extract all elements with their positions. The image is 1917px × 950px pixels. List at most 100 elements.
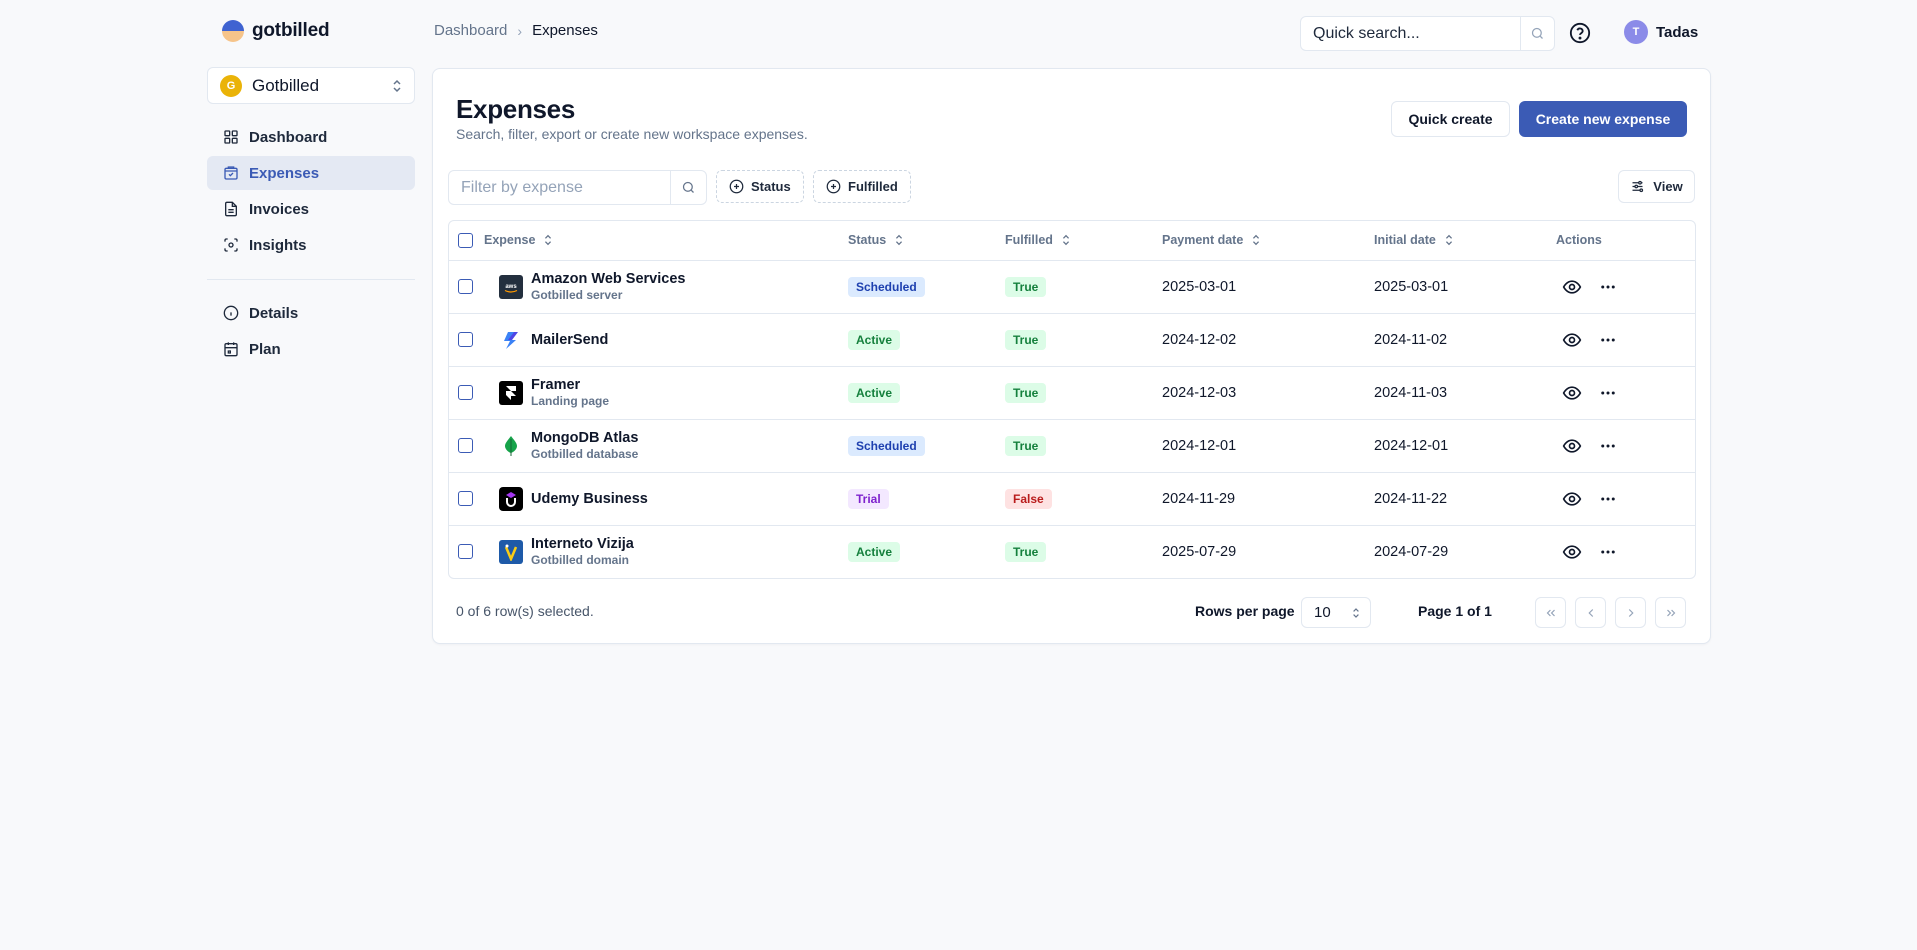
last-page-button[interactable] [1655, 597, 1686, 628]
workspace-badge: G [220, 74, 242, 97]
first-page-button[interactable] [1535, 597, 1566, 628]
sidebar-item-label: Details [249, 304, 299, 322]
chevrons-right-icon [1666, 609, 1675, 616]
view-icon[interactable] [1561, 541, 1583, 563]
table-row[interactable]: Udemy Business Trial False 2024-11-29 20… [449, 472, 1695, 526]
expense-name[interactable]: Udemy Business [531, 490, 648, 508]
page-subtitle: Search, filter, export or create new wor… [456, 126, 808, 142]
chevron-right-icon [1628, 608, 1634, 617]
column-header-initial-date[interactable]: Initial date [1374, 221, 1556, 261]
table-row[interactable]: aws Amazon Web Services Gotbilled server … [449, 260, 1695, 314]
row-checkbox[interactable] [458, 491, 473, 507]
expenses-table: Expense Status Fulfilled Payment date In… [448, 220, 1696, 579]
more-options-icon[interactable] [1597, 435, 1619, 457]
more-options-icon[interactable] [1597, 276, 1619, 298]
expense-description: Gotbilled database [531, 447, 639, 461]
sidebar-item-details[interactable]: Details [207, 296, 415, 330]
more-options-icon[interactable] [1597, 488, 1619, 510]
search-icon [682, 181, 694, 193]
expense-name[interactable]: Interneto Vizija [531, 535, 634, 553]
expense-name[interactable]: MailerSend [531, 331, 608, 349]
search-icon [1531, 27, 1543, 39]
sidebar-item-dashboard[interactable]: Dashboard [207, 120, 415, 154]
document-icon [225, 201, 237, 217]
chevron-up-down-icon [1353, 607, 1359, 618]
app-logo[interactable]: gotbilled [222, 20, 330, 42]
sidebar-item-plan[interactable]: Plan [207, 332, 415, 366]
select-all-checkbox[interactable] [458, 232, 473, 248]
filter-search-button[interactable] [670, 171, 706, 204]
expense-filter [448, 170, 707, 205]
column-label: Fulfilled [1005, 233, 1053, 248]
table-row[interactable]: MailerSend Active True 2024-12-02 2024-1… [449, 313, 1695, 367]
plus-circle-icon [729, 179, 744, 194]
rows-per-page-select[interactable]: 10 [1301, 597, 1371, 628]
fulfilled-filter-button[interactable]: Fulfilled [813, 170, 911, 203]
sliders-icon [1632, 180, 1644, 193]
sidebar-item-expenses[interactable]: Expenses [207, 156, 415, 190]
payment-date: 2025-07-29 [1162, 543, 1237, 560]
sort-icon [896, 235, 903, 246]
row-checkbox[interactable] [458, 279, 473, 295]
interneto-vizija-logo-icon [499, 539, 523, 564]
fulfilled-badge: True [1005, 382, 1047, 403]
expense-description: Gotbilled server [531, 288, 623, 302]
column-header-expense[interactable]: Expense [484, 221, 848, 261]
breadcrumb-separator: › [517, 22, 523, 39]
page-title: Expenses [456, 94, 576, 124]
sidebar-item-invoices[interactable]: Invoices [207, 192, 415, 226]
view-icon[interactable] [1561, 276, 1583, 298]
breadcrumb-dashboard[interactable]: Dashboard [434, 22, 507, 39]
quick-search-button[interactable] [1520, 17, 1554, 50]
fulfilled-filter-label: Fulfilled [848, 179, 898, 194]
column-header-actions: Actions [1556, 221, 1695, 261]
column-header-payment-date[interactable]: Payment date [1162, 221, 1374, 261]
previous-page-button[interactable] [1575, 597, 1606, 628]
column-header-status[interactable]: Status [848, 221, 1005, 261]
avatar: T [1624, 20, 1648, 44]
create-expense-button[interactable]: Create new expense [1519, 101, 1687, 137]
table-row[interactable]: Interneto Vizija Gotbilled domain Active … [449, 525, 1695, 578]
initial-date: 2025-03-01 [1374, 260, 1556, 314]
view-icon[interactable] [1561, 329, 1583, 351]
workspace-selector[interactable]: G Gotbilled [207, 67, 415, 104]
framer-logo-icon [499, 380, 523, 405]
view-options-button[interactable]: View [1618, 170, 1695, 203]
more-options-icon[interactable] [1597, 541, 1619, 563]
sidebar-item-insights[interactable]: Insights [207, 228, 415, 262]
view-icon[interactable] [1561, 382, 1583, 404]
row-checkbox[interactable] [458, 544, 473, 560]
expense-name[interactable]: MongoDB Atlas [531, 429, 638, 447]
status-filter-button[interactable]: Status [716, 170, 804, 203]
table-row[interactable]: Framer Landing page Active True 2024-12-0… [449, 366, 1695, 420]
table-header-row: Expense Status Fulfilled Payment date In… [449, 221, 1695, 261]
view-icon[interactable] [1561, 488, 1583, 510]
column-header-fulfilled[interactable]: Fulfilled [1005, 221, 1162, 261]
select-all-cell [449, 221, 484, 261]
quick-search-input[interactable] [1301, 17, 1520, 50]
chevrons-left-icon [1546, 609, 1555, 616]
more-options-icon[interactable] [1597, 382, 1619, 404]
sidebar-item-label: Plan [249, 340, 281, 358]
fulfilled-badge: True [1005, 541, 1047, 562]
expense-name[interactable]: Amazon Web Services [531, 270, 685, 288]
user-menu[interactable]: T Tadas [1624, 20, 1698, 44]
sort-icon [1062, 235, 1069, 246]
next-page-button[interactable] [1615, 597, 1646, 628]
column-label: Actions [1556, 233, 1602, 248]
view-icon[interactable] [1561, 435, 1583, 457]
expense-name[interactable]: Framer [531, 376, 609, 394]
row-checkbox[interactable] [458, 385, 473, 401]
sort-icon [545, 235, 552, 246]
sidebar-item-label: Expenses [249, 164, 320, 182]
more-options-icon[interactable] [1597, 329, 1619, 351]
filter-expense-input[interactable] [449, 171, 670, 204]
row-checkbox[interactable] [458, 438, 473, 454]
sidebar-item-label: Invoices [249, 200, 310, 218]
breadcrumb: Dashboard › Expenses [434, 22, 598, 39]
row-checkbox[interactable] [458, 332, 473, 348]
quick-create-button[interactable]: Quick create [1391, 101, 1510, 137]
breadcrumb-current: Expenses [532, 22, 598, 39]
table-row[interactable]: MongoDB Atlas Gotbilled database Schedule… [449, 419, 1695, 473]
help-icon[interactable] [1569, 22, 1591, 44]
